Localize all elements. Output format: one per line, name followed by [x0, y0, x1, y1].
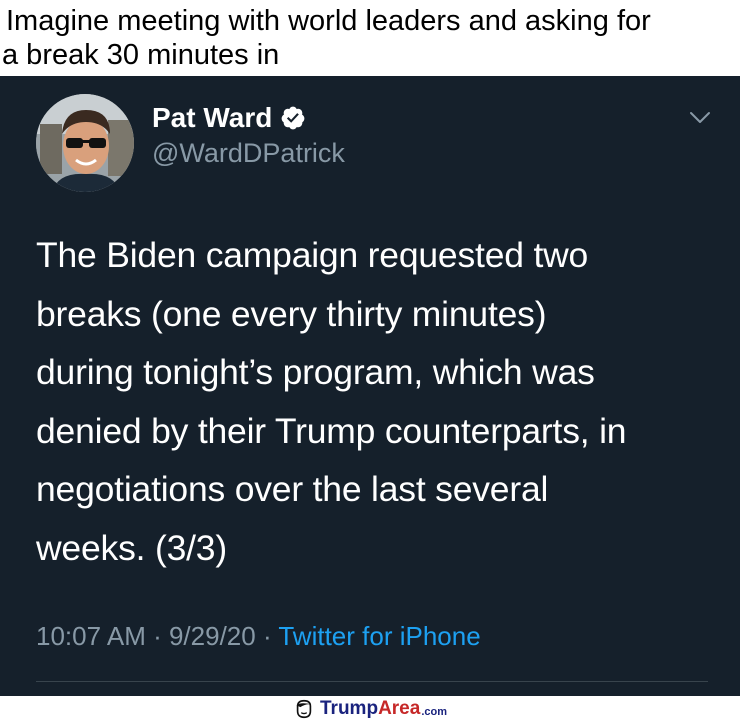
tweet-source-link[interactable]: Twitter for iPhone [278, 621, 480, 651]
watermark-footer: Trump Area .com [0, 696, 740, 722]
logo-text-area: Area [378, 698, 421, 719]
logo-text-trump: Trump [320, 698, 379, 719]
meme-caption: Imagine meeting with world leaders and a… [0, 0, 740, 76]
avatar-photo [36, 94, 134, 192]
tweet-meta: 10:07 AM · 9/29/20 · Twitter for iPhone [36, 621, 481, 652]
avatar[interactable] [36, 94, 134, 192]
chevron-down-icon[interactable] [688, 110, 712, 126]
author-name-row[interactable]: Pat Ward [152, 102, 306, 134]
tweet-date[interactable]: 9/29/20 [169, 621, 256, 651]
caption-line-1: Imagine meeting with world leaders and a… [6, 5, 651, 37]
logo-text-com: .com [421, 705, 447, 718]
divider [36, 681, 708, 682]
author-handle[interactable]: @WardDPatrick [152, 138, 345, 169]
caption-line-2: a break 30 minutes in [2, 39, 280, 71]
meta-separator: · [255, 621, 279, 651]
verified-badge-icon [281, 106, 305, 130]
author-name[interactable]: Pat Ward [152, 102, 272, 134]
tweet-time[interactable]: 10:07 AM [36, 621, 146, 651]
tweet-card: Pat Ward @WardDPatrick The Biden campaig… [0, 76, 740, 696]
trump-head-icon [296, 699, 312, 719]
tweet-text: The Biden campaign requested two breaks … [36, 235, 627, 568]
site-logo: Trump Area .com [293, 698, 447, 720]
meta-separator: · [145, 621, 169, 651]
